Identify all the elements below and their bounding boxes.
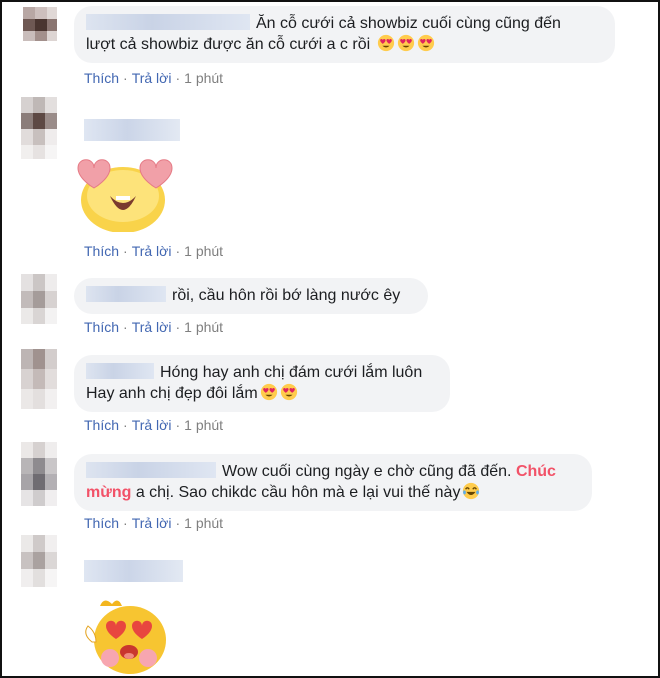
comment-actions: Thích · Trả lời · 1 phút [84,515,224,531]
avatar[interactable] [21,97,57,159]
commenter-name[interactable] [84,119,180,141]
heart-eyes-emoji-icon [397,34,414,52]
comment-text: rồi, cầu hôn rồi bớ làng nước êy [172,287,401,304]
comment-bubble: Wow cuối cùng ngày e chờ cũng đã đến. Ch… [74,454,592,511]
like-link[interactable]: Thích [84,417,119,433]
comment-bubble: rồi, cầu hôn rồi bớ làng nước êy [74,278,428,314]
avatar[interactable] [21,442,57,506]
like-link[interactable]: Thích [84,319,119,335]
cute-character-sticker-icon [85,600,166,674]
reply-link[interactable]: Trả lời [132,319,172,335]
comment-text: Hóng hay anh chị đám cưới lắm luôn [160,364,423,381]
comment-text: a chị. Sao chikdc cầu hôn mà e lại vui t… [135,484,461,501]
comment-text: Ăn cỗ cưới cả showbiz cuối cùng cũng đến [256,15,561,32]
avatar[interactable] [21,535,57,587]
avatar[interactable] [21,274,57,324]
timestamp[interactable]: 1 phút [184,243,223,259]
commenter-name[interactable] [86,462,216,478]
heart-eyes-emoji-icon [417,34,434,52]
reply-link[interactable]: Trả lời [132,70,172,86]
avatar[interactable] [21,349,57,409]
comments-panel: Ăn cỗ cưới cả showbiz cuối cùng cũng đến… [0,0,660,678]
timestamp[interactable]: 1 phút [184,319,223,335]
heart-eyes-sticker-icon [77,159,173,232]
heart-eyes-emoji-icon [260,383,277,401]
commenter-name[interactable] [86,363,154,379]
timestamp[interactable]: 1 phút [184,70,223,86]
commenter-name[interactable] [84,560,183,582]
timestamp[interactable]: 1 phút [184,417,223,433]
comment-bubble: Ăn cỗ cưới cả showbiz cuối cùng cũng đến… [74,6,615,63]
like-link[interactable]: Thích [84,243,119,259]
avatar[interactable] [23,7,57,41]
comment-actions: Thích · Trả lời · 1 phút [84,319,224,335]
commenter-name[interactable] [86,14,250,30]
comment-bubble: Hóng hay anh chị đám cưới lắm luôn Hay a… [74,355,450,412]
reply-link[interactable]: Trả lời [132,417,172,433]
comment-actions: Thích · Trả lời · 1 phút [84,70,224,86]
timestamp[interactable]: 1 phút [184,515,223,531]
comment-text: lượt cả showbiz được ăn cỗ cưới a c rồi [86,36,371,53]
comment-actions: Thích · Trả lời · 1 phút [84,417,224,433]
reply-link[interactable]: Trả lời [132,243,172,259]
heart-eyes-emoji-icon [377,34,394,52]
like-link[interactable]: Thích [84,515,119,531]
heart-eyes-emoji-icon [280,383,297,401]
like-link[interactable]: Thích [84,70,119,86]
tears-of-joy-emoji-icon [463,482,480,500]
reply-link[interactable]: Trả lời [132,515,172,531]
comment-text: Wow cuối cùng ngày e chờ cũng đã đến. [222,463,512,480]
comment-actions: Thích · Trả lời · 1 phút [84,243,224,259]
comment-text: Hay anh chị đẹp đôi lắm [86,385,258,402]
commenter-name[interactable] [86,286,166,302]
